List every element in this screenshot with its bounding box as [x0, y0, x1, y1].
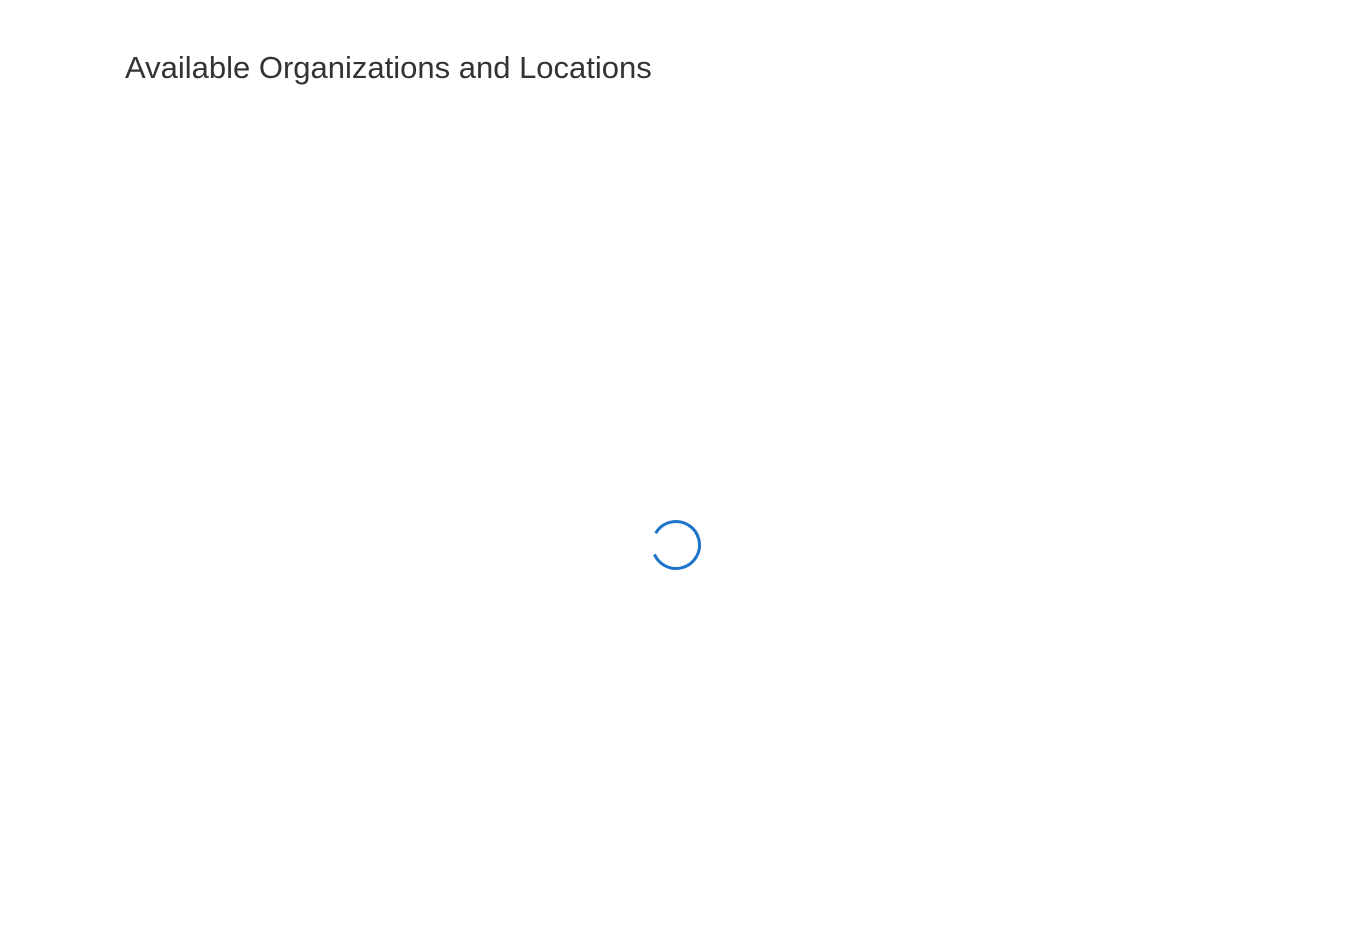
loading-spinner-icon [650, 519, 702, 571]
loading-spinner-arc [651, 520, 701, 570]
loading-spinner-svg [651, 520, 701, 570]
page: Available Organizations and Locations [0, 0, 1351, 937]
page-title: Available Organizations and Locations [125, 50, 652, 85]
